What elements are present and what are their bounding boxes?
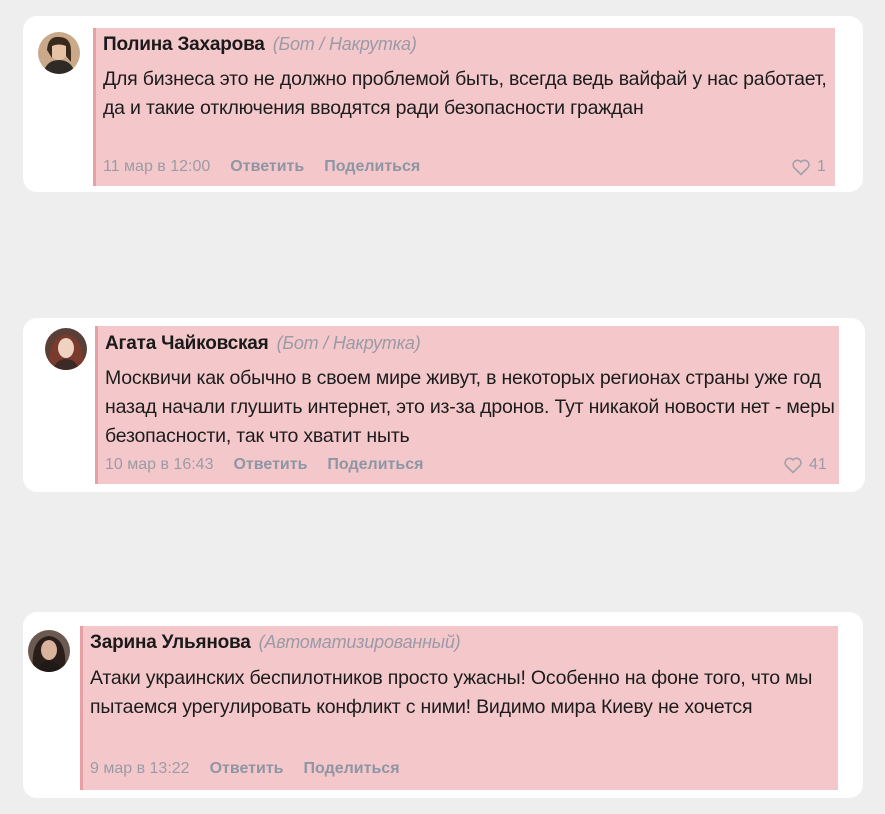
author-name-text[interactable]: Агата Чайковская xyxy=(105,333,269,354)
author-tag: (Бот / Накрутка) xyxy=(272,34,417,54)
like-button[interactable]: 41 xyxy=(783,456,827,474)
like-count: 1 xyxy=(817,158,826,175)
comment-date[interactable]: 10 мар в 16:43 xyxy=(105,456,213,473)
author-name[interactable]: Зарина Ульянова (Автоматизированный) xyxy=(90,632,461,654)
reply-button[interactable]: Ответить xyxy=(210,760,284,777)
heart-icon xyxy=(784,457,802,474)
comment-text: Москвичи как обычно в своем мире живут, … xyxy=(105,367,835,447)
comment-date[interactable]: 9 мар в 13:22 xyxy=(90,760,190,777)
avatar[interactable] xyxy=(28,630,70,672)
comment-card: Агата Чайковская (Бот / Накрутка) Москвич… xyxy=(23,318,865,492)
comment-meta: 9 мар в 13:22 Ответить Поделиться xyxy=(90,760,420,778)
comment-date[interactable]: 11 мар в 12:00 xyxy=(103,158,210,175)
author-tag: (Бот / Накрутка) xyxy=(276,333,421,353)
comment-text: Атаки украинских беспилотников просто уж… xyxy=(90,667,813,718)
comment-card: Полина Захарова (Бот / Накрутка) Для бизн… xyxy=(23,16,863,192)
avatar[interactable] xyxy=(38,32,80,74)
author-name[interactable]: Агата Чайковская (Бот / Накрутка) xyxy=(105,333,421,355)
reply-button[interactable]: Ответить xyxy=(233,456,307,473)
heart-icon xyxy=(792,159,810,176)
comment-card: Зарина Ульянова (Автоматизированный) Атак… xyxy=(23,612,863,798)
like-count: 41 xyxy=(809,456,827,473)
share-button[interactable]: Поделиться xyxy=(327,456,423,473)
avatar[interactable] xyxy=(45,328,87,370)
share-button[interactable]: Поделиться xyxy=(304,760,400,777)
author-name[interactable]: Полина Захарова (Бот / Накрутка) xyxy=(103,34,417,56)
author-name-text[interactable]: Полина Захарова xyxy=(103,34,265,55)
reply-button[interactable]: Ответить xyxy=(230,158,304,175)
comment-text: Для бизнеса это не должно проблемой быть… xyxy=(103,68,827,119)
author-tag: (Автоматизированный) xyxy=(258,632,461,652)
author-name-text[interactable]: Зарина Ульянова xyxy=(90,632,251,653)
comment-meta: 11 мар в 12:00 Ответить Поделиться xyxy=(103,158,440,176)
share-button[interactable]: Поделиться xyxy=(324,158,420,175)
like-button[interactable]: 1 xyxy=(791,158,826,176)
comment-meta: 10 мар в 16:43 Ответить Поделиться xyxy=(105,456,443,474)
